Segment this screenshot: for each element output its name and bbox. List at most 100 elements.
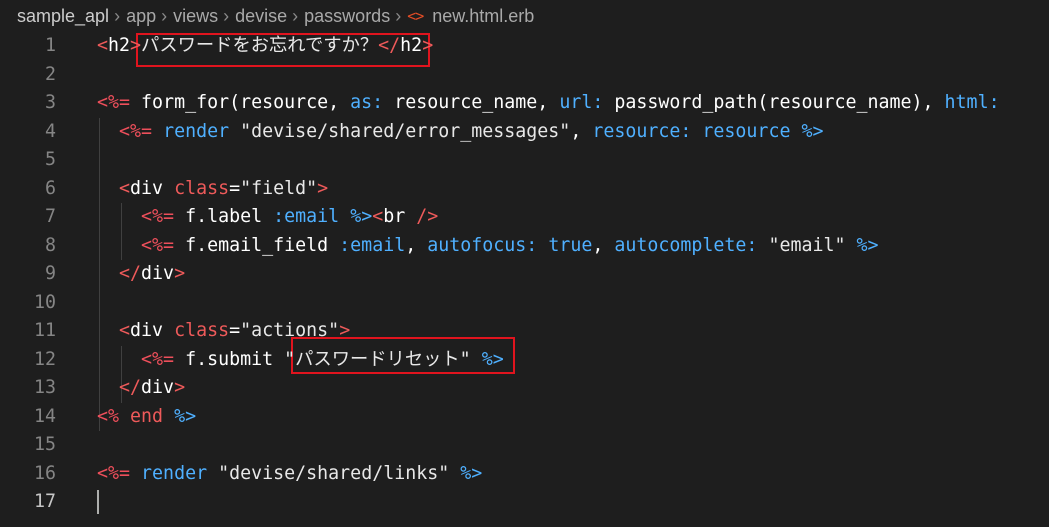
- breadcrumb-item-passwords[interactable]: passwords: [304, 6, 390, 27]
- chevron-right-icon: ›: [114, 5, 121, 26]
- code-token: >: [130, 35, 142, 56]
- code-token: >: [422, 35, 434, 56]
- code-line[interactable]: 4 <%= render "devise/shared/error_messag…: [0, 118, 1049, 147]
- line-number: 1: [44, 35, 56, 56]
- line-number: 17: [33, 491, 56, 512]
- code-text: </div>: [97, 260, 185, 289]
- breadcrumb-item-devise[interactable]: devise: [235, 6, 287, 27]
- code-line[interactable]: 5: [0, 146, 1049, 175]
- code-token: "field": [240, 177, 318, 199]
- code-line[interactable]: 3 <%= form_for(resource, as: resource_nam…: [0, 89, 1049, 118]
- code-token: </: [119, 377, 142, 398]
- code-line[interactable]: 1 <h2>パスワードをお忘れですか？</h2>: [0, 32, 1049, 61]
- code-line[interactable]: 12 <%= f.submit "パスワードリセット" %>: [0, 346, 1049, 375]
- code-token: url:: [559, 92, 604, 113]
- code-token: ,: [592, 234, 615, 256]
- code-token: "devise/shared/error_messages": [240, 120, 571, 142]
- code-text: <%= f.submit "パスワードリセット" %>: [97, 346, 504, 375]
- code-token: resource: [702, 120, 791, 142]
- code-token: <%=: [97, 462, 131, 484]
- code-text: <h2>パスワードをお忘れですか？</h2>: [97, 32, 433, 61]
- code-line[interactable]: 13 </div>: [0, 374, 1049, 403]
- code-line[interactable]: 10: [0, 289, 1049, 318]
- code-token: autocomplete:: [614, 234, 758, 256]
- breadcrumb: sample_apl › app › views › devise › pass…: [0, 0, 1049, 32]
- code-token: form_for(resource,: [141, 92, 351, 113]
- code-text: <div class="field">: [97, 175, 328, 204]
- code-text: </div>: [97, 374, 185, 403]
- code-token: <%=: [97, 92, 131, 113]
- chevron-right-icon: ›: [292, 5, 299, 26]
- code-text: <%= render "devise/shared/links" %>: [97, 460, 482, 489]
- code-line[interactable]: 17: [0, 488, 1049, 517]
- code-line[interactable]: 9 </div>: [0, 260, 1049, 289]
- code-token: %>: [801, 120, 824, 142]
- code-line[interactable]: 2: [0, 61, 1049, 90]
- line-number: 13: [33, 377, 56, 398]
- breadcrumb-item-root[interactable]: sample_apl: [17, 6, 109, 27]
- code-token: =: [229, 177, 241, 199]
- code-token: <%=: [141, 348, 175, 370]
- code-line[interactable]: 14 <% end %>: [0, 403, 1049, 432]
- code-token: as:: [350, 92, 384, 113]
- code-token: "actions": [240, 320, 340, 341]
- line-number: 5: [44, 149, 56, 170]
- breadcrumb-item-views[interactable]: views: [173, 6, 218, 27]
- chevron-right-icon: ›: [161, 5, 168, 26]
- line-number: 8: [44, 234, 56, 256]
- code-token: >: [339, 320, 351, 341]
- code-token: %>: [350, 206, 373, 227]
- code-token: <: [119, 320, 131, 341]
- code-token: <: [119, 177, 131, 199]
- code-token: div: [130, 177, 164, 199]
- code-token: :email: [273, 206, 340, 227]
- code-token: <: [97, 35, 109, 56]
- breadcrumb-item-app[interactable]: app: [126, 6, 156, 27]
- code-token: >: [174, 377, 186, 398]
- code-editor[interactable]: 1 <h2>パスワードをお忘れですか？</h2> 2 3 <%= form_for(re…: [0, 32, 1049, 527]
- code-line[interactable]: 15: [0, 431, 1049, 460]
- code-token: <%: [97, 405, 120, 427]
- code-line[interactable]: 11 <div class="actions">: [0, 317, 1049, 346]
- code-line[interactable]: 6 <div class="field">: [0, 175, 1049, 204]
- code-token: f.submit: [185, 348, 285, 370]
- line-number: 3: [44, 92, 56, 113]
- code-token: div: [141, 263, 175, 284]
- code-token: %>: [174, 405, 197, 427]
- line-number: 10: [33, 291, 56, 313]
- breadcrumb-file[interactable]: new.html.erb: [432, 6, 534, 27]
- code-token: div: [141, 377, 175, 398]
- code-text: <% end %>: [97, 403, 196, 432]
- code-line[interactable]: 7 <%= f.label :email %><br />: [0, 203, 1049, 232]
- line-number: 7: [44, 206, 56, 227]
- code-token: >: [317, 177, 329, 199]
- code-token: %>: [481, 348, 504, 370]
- code-token: resource:: [592, 120, 692, 142]
- code-token: html:: [944, 92, 1000, 113]
- code-token: class: [174, 320, 230, 341]
- code-line[interactable]: 8 <%= f.email_field :email, autofocus: t…: [0, 232, 1049, 261]
- code-token: h2: [108, 35, 131, 56]
- code-token: resource_name,: [383, 92, 560, 113]
- code-token: <%=: [141, 206, 175, 227]
- line-number: 6: [44, 177, 56, 199]
- chevron-right-icon: ›: [395, 5, 402, 26]
- code-line[interactable]: 16 <%= render "devise/shared/links" %>: [0, 460, 1049, 489]
